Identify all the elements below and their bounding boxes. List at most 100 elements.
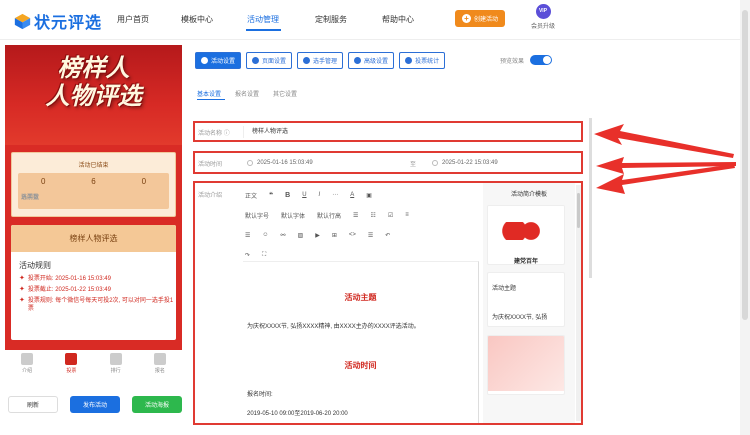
nav-home[interactable]: 用户首页: [117, 14, 149, 25]
banner-title: 榜样人 人物评选: [5, 55, 182, 111]
vip-upgrade[interactable]: VIP 会员升级: [525, 4, 561, 30]
tab-activity-settings[interactable]: 活动设置: [195, 52, 242, 69]
font-color-icon[interactable]: A: [350, 192, 354, 198]
template-card[interactable]: [487, 335, 565, 395]
tab-label: 投票统计: [415, 59, 440, 65]
todo-list-icon[interactable]: ☑: [388, 212, 393, 219]
publish-activity-button[interactable]: 发布活动: [70, 396, 120, 413]
bold-icon[interactable]: B: [285, 192, 290, 199]
plus-icon: +: [461, 14, 471, 23]
field-label: 活动名称: [198, 131, 223, 137]
link-icon[interactable]: ⚯: [281, 232, 286, 239]
top-navbar: 状元评选 用户首页 模板中心 活动管理 定制服务 帮助中心 + 创建活动 VIP…: [0, 0, 750, 40]
emoji-icon[interactable]: ☺: [262, 232, 268, 238]
undo-icon[interactable]: ↶: [385, 232, 390, 239]
users-icon: [303, 57, 311, 64]
image-icon[interactable]: ▨: [298, 232, 304, 239]
activity-poster-button[interactable]: 活动海报: [132, 396, 182, 413]
rule-item: ✦ 投票开始: 2025-01-16 15:03:49: [19, 275, 176, 283]
align-icon[interactable]: ≡: [405, 212, 409, 218]
template-card[interactable]: 建党百年: [487, 205, 565, 265]
activity-intro-label: 活动介绍: [198, 193, 223, 199]
underline-icon[interactable]: U: [302, 192, 306, 198]
preview-switch[interactable]: [530, 55, 553, 65]
tab-vote-statistics[interactable]: 投票统计: [399, 52, 446, 69]
nav-activity-management[interactable]: 活动管理: [247, 14, 279, 25]
italic-icon[interactable]: I: [319, 192, 321, 198]
stat-value: 0: [141, 177, 147, 186]
start-time-picker[interactable]: 2025-01-16 15:03:49: [247, 156, 313, 170]
create-activity-label: 创建活动: [473, 17, 498, 23]
page-scrollbar[interactable]: [740, 0, 750, 435]
end-time-value: 2025-01-22 15:03:49: [442, 160, 498, 166]
subtab-signup[interactable]: 报名设置: [235, 89, 259, 98]
scrollbar-thumb[interactable]: [577, 193, 580, 228]
template-panel-title: 活动简介模板: [510, 192, 547, 198]
activity-name-input[interactable]: 榜样人物评选: [243, 126, 577, 138]
code-icon[interactable]: <>: [349, 232, 356, 238]
preview-tab-ranking[interactable]: 排行: [94, 350, 138, 380]
editor-paragraph: 报名时间:: [247, 392, 273, 398]
bullet-list-icon[interactable]: ☰: [353, 212, 358, 219]
settings-subtabs: 基本设置 报名设置 其它设置: [197, 89, 297, 98]
preview-tab-signup[interactable]: 报名: [138, 350, 182, 380]
tab-label: 高级设置: [364, 59, 389, 65]
template-caption: 建党百年: [513, 259, 538, 265]
rules-title: 活动规则: [19, 261, 51, 270]
template-card[interactable]: 活动主题 为庆祝XXXX节, 弘扬: [487, 272, 565, 327]
template-scrollbar[interactable]: [576, 185, 581, 421]
editor-heading: 活动时间: [344, 361, 377, 370]
stat-contestants: 6 选手数: [21, 173, 118, 209]
indent-icon[interactable]: ☰: [245, 232, 250, 239]
tab-page-settings[interactable]: 页面设置: [246, 52, 293, 69]
nav-help[interactable]: 帮助中心: [382, 14, 414, 25]
page-scrollbar-thumb[interactable]: [742, 10, 748, 320]
help-circle-icon[interactable]: ⓘ: [224, 131, 230, 137]
brand-logo[interactable]: 状元评选: [14, 9, 102, 33]
rich-text-editor[interactable]: 活动主题 为庆祝XXXX节, 弘扬XXXX精神, 由XXXX主办的XXXX评选活…: [243, 261, 479, 423]
settings-toolbar: 活动设置 页面设置 选手管理 高级设置 投票统计: [195, 52, 446, 69]
intro-template-panel: 活动简介模板 建党百年 活动主题 为庆祝XXXX节, 弘扬: [483, 183, 575, 423]
preview-effect-toggle: 预览效果: [500, 55, 553, 65]
vip-label: 会员升级: [530, 24, 555, 30]
quote-icon[interactable]: ❝: [269, 191, 273, 199]
home-icon: [65, 353, 78, 365]
font-family-dropdown[interactable]: 默认字体: [281, 211, 305, 220]
tab-contestant-management[interactable]: 选手管理: [297, 52, 344, 69]
template-thumbnail: [488, 206, 564, 256]
redo-icon[interactable]: ↷: [245, 252, 250, 259]
template-graphic: [498, 222, 553, 240]
template-card-title: 活动主题: [492, 286, 517, 292]
end-time-picker[interactable]: 2025-01-22 15:03:49: [432, 156, 498, 170]
crown-icon: [109, 353, 122, 365]
fullscreen-icon[interactable]: ⛶: [262, 252, 266, 259]
tab-label: 介绍: [22, 368, 33, 374]
stat-value: 0: [40, 177, 46, 186]
tab-advanced-settings[interactable]: 高级设置: [348, 52, 395, 69]
numbered-list-icon[interactable]: ☷: [370, 212, 375, 219]
divider-icon[interactable]: ☰: [368, 232, 373, 239]
table-icon[interactable]: ⊞: [332, 232, 337, 239]
star-icon: ✦: [19, 275, 25, 282]
video-icon[interactable]: ▶: [315, 232, 320, 239]
nav-custom-service[interactable]: 定制服务: [315, 14, 347, 25]
font-size-dropdown[interactable]: 默认字号: [245, 211, 269, 220]
more-icon[interactable]: ···: [332, 192, 338, 198]
create-activity-button[interactable]: + 创建活动: [455, 10, 505, 27]
editor-paragraph: 为庆祝XXXX节, 弘扬XXXX精神, 由XXXX主办的XXXX评选活动。: [247, 324, 420, 330]
logo-cube-icon: [14, 13, 31, 29]
preview-tab-intro[interactable]: 介绍: [5, 350, 49, 380]
subtab-basic[interactable]: 基本设置: [197, 89, 221, 98]
refresh-button[interactable]: 刷新: [8, 396, 58, 413]
paragraph-style-dropdown[interactable]: 正文: [245, 191, 257, 200]
preview-tab-vote[interactable]: 投票: [49, 350, 93, 380]
line-height-dropdown[interactable]: 默认行高: [317, 211, 341, 220]
form-scrollbar[interactable]: [589, 118, 592, 278]
nav-templates[interactable]: 模板中心: [181, 14, 213, 25]
preview-toggle-label: 预览效果: [500, 58, 525, 65]
banner-title-line1: 榜样人: [57, 55, 130, 82]
subtab-other[interactable]: 其它设置: [273, 89, 297, 98]
annotation-arrows: [594, 124, 736, 194]
background-color-icon[interactable]: ▣: [366, 192, 372, 199]
stat-total-votes: 0 总票数: [18, 173, 68, 209]
